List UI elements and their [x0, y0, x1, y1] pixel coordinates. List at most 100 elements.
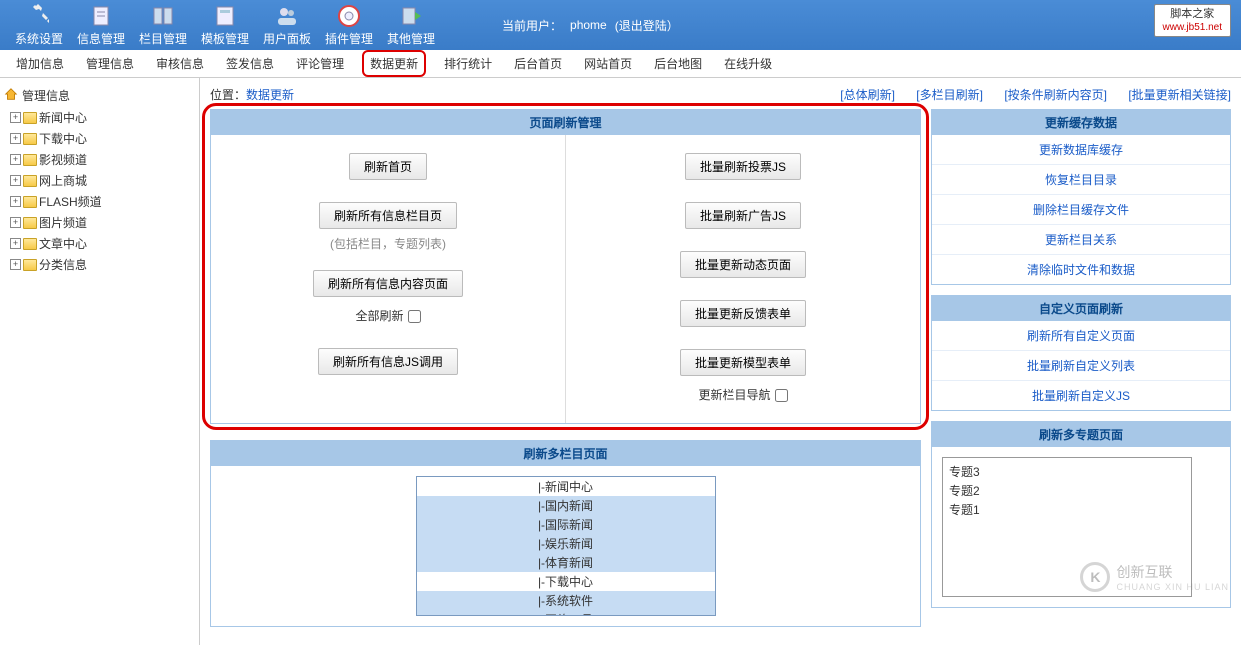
multi-col-title: 刷新多栏目页面 [211, 441, 920, 466]
link-refresh-custom-pages[interactable]: 刷新所有自定义页面 [932, 321, 1230, 350]
page-refresh-right: 批量刷新投票JS 批量刷新广告JS 批量更新动态页面 批量更新反馈表单 批量更新… [565, 135, 920, 423]
link-batch-custom-js[interactable]: 批量刷新自定义JS [932, 380, 1230, 410]
list-item[interactable]: |-体育新闻 [417, 553, 715, 572]
submenu-sitemap[interactable]: 后台地图 [650, 52, 706, 75]
expander-icon[interactable]: + [10, 259, 21, 270]
wrench-icon [27, 4, 51, 28]
tree-item-video[interactable]: +影视频道 [4, 149, 195, 170]
expander-icon[interactable]: + [10, 154, 21, 165]
list-item[interactable]: |-新闻中心 [417, 477, 715, 496]
sidebar-title: 管理信息 [4, 84, 195, 107]
link-cond-refresh[interactable]: [按条件刷新内容页] [1004, 88, 1107, 102]
expander-icon[interactable]: + [10, 133, 21, 144]
hint-cols: (包括栏目，专题列表) [221, 235, 555, 252]
tool-system[interactable]: 系统设置 [8, 1, 70, 49]
cache-panel: 更新缓存数据 更新数据库缓存 恢复栏目目录 删除栏目缓存文件 更新栏目关系 清除… [931, 109, 1231, 285]
page-refresh-left: 刷新首页 刷新所有信息栏目页 (包括栏目，专题列表) 刷新所有信息内容页面 全部… [211, 135, 565, 423]
folder-icon [23, 154, 37, 166]
checkbox-all-refresh[interactable] [408, 310, 421, 323]
site-logo-url: www.jb51.net [1163, 21, 1222, 34]
tree-item-download[interactable]: +下载中心 [4, 128, 195, 149]
btn-batch-feedback[interactable]: 批量更新反馈表单 [680, 300, 806, 327]
btn-refresh-home[interactable]: 刷新首页 [349, 153, 427, 180]
btn-batch-model[interactable]: 批量更新模型表单 [680, 349, 806, 376]
tool-columns[interactable]: 栏目管理 [132, 1, 194, 49]
expander-icon[interactable]: + [10, 175, 21, 186]
submenu-audit[interactable]: 审核信息 [152, 52, 208, 75]
folder-icon [23, 133, 37, 145]
submenu-rank[interactable]: 排行统计 [440, 52, 496, 75]
expander-icon[interactable]: + [10, 217, 21, 228]
tool-plugins[interactable]: 插件管理 [318, 1, 380, 49]
tree-item-classify[interactable]: +分类信息 [4, 254, 195, 275]
submenu-add[interactable]: 增加信息 [12, 52, 68, 75]
submenu-manage[interactable]: 管理信息 [82, 52, 138, 75]
tool-users[interactable]: 用户面板 [256, 1, 318, 49]
tool-other[interactable]: 其他管理 [380, 1, 442, 49]
tree-item-pic[interactable]: +图片频道 [4, 212, 195, 233]
doc-icon [89, 4, 113, 28]
page-refresh-title: 页面刷新管理 [211, 110, 920, 135]
tree-item-article[interactable]: +文章中心 [4, 233, 195, 254]
tool-template[interactable]: 模板管理 [194, 1, 256, 49]
submenu-site-home[interactable]: 网站首页 [580, 52, 636, 75]
expander-icon[interactable]: + [10, 112, 21, 123]
link-restore-col-dir[interactable]: 恢复栏目目录 [932, 164, 1230, 194]
submenu-data-update[interactable]: 数据更新 [362, 50, 426, 77]
submenu-upgrade[interactable]: 在线升级 [720, 52, 776, 75]
link-update-db-cache[interactable]: 更新数据库缓存 [932, 135, 1230, 164]
watermark-icon: K [1080, 562, 1110, 592]
tree-item-news[interactable]: +新闻中心 [4, 107, 195, 128]
submenu-admin-home[interactable]: 后台首页 [510, 52, 566, 75]
btn-batch-dynamic[interactable]: 批量更新动态页面 [680, 251, 806, 278]
logout-link[interactable]: (退出登陆） [615, 17, 679, 34]
cache-panel-title: 更新缓存数据 [932, 110, 1230, 135]
btn-batch-vote-js[interactable]: 批量刷新投票JS [685, 153, 801, 180]
page-refresh-panel: 页面刷新管理 刷新首页 刷新所有信息栏目页 (包括栏目，专题列表) 刷新所有信息… [210, 109, 921, 424]
list-item[interactable]: |-国内新闻 [417, 496, 715, 515]
link-multicol-refresh[interactable]: [多栏目刷新] [916, 88, 983, 102]
tool-info[interactable]: 信息管理 [70, 1, 132, 49]
multi-topic-title: 刷新多专题页面 [932, 422, 1230, 447]
sub-menu: 增加信息 管理信息 审核信息 签发信息 评论管理 数据更新 排行统计 后台首页 … [0, 50, 1241, 78]
list-item[interactable]: |-下载中心 [417, 572, 715, 591]
link-batch-custom-list[interactable]: 批量刷新自定义列表 [932, 350, 1230, 380]
list-item[interactable]: 专题2 [949, 481, 1185, 500]
top-toolbar: 系统设置 信息管理 栏目管理 模板管理 用户面板 插件管理 其他管理 当前用户：… [0, 0, 1241, 50]
link-clear-temp[interactable]: 清除临时文件和数据 [932, 254, 1230, 284]
play-icon [399, 4, 423, 28]
checkbox-update-nav[interactable] [775, 389, 788, 402]
label-update-nav: 更新栏目导航 [698, 388, 770, 402]
btn-refresh-all-cols[interactable]: 刷新所有信息栏目页 [319, 202, 457, 229]
multi-col-listbox[interactable]: |-新闻中心 |-国内新闻 |-国际新闻 |-娱乐新闻 |-体育新闻 |-下载中… [416, 476, 716, 616]
link-del-col-cache[interactable]: 删除栏目缓存文件 [932, 194, 1230, 224]
folder-icon [23, 112, 37, 124]
user-label: 当前用户： [502, 17, 562, 34]
list-item[interactable]: |-国际新闻 [417, 515, 715, 534]
link-update-col-rel[interactable]: 更新栏目关系 [932, 224, 1230, 254]
breadcrumb-current[interactable]: 数据更新 [246, 88, 294, 102]
label-all-refresh: 全部刷新 [355, 309, 403, 323]
list-item[interactable]: 专题1 [949, 500, 1185, 519]
btn-batch-ad-js[interactable]: 批量刷新广告JS [685, 202, 801, 229]
list-item[interactable]: |-网络工具 [417, 610, 715, 616]
user-block: 当前用户： phome (退出登陆） [502, 17, 679, 34]
btn-refresh-all-content[interactable]: 刷新所有信息内容页面 [313, 270, 463, 297]
tree-item-flash[interactable]: +FLASH频道 [4, 191, 195, 212]
submenu-issue[interactable]: 签发信息 [222, 52, 278, 75]
site-logo[interactable]: 脚本之家 www.jb51.net [1154, 4, 1231, 37]
expander-icon[interactable]: + [10, 238, 21, 249]
watermark-sub: CHUANG XIN HU LIAN [1116, 582, 1229, 592]
custom-panel: 自定义页面刷新 刷新所有自定义页面 批量刷新自定义列表 批量刷新自定义JS [931, 295, 1231, 411]
btn-refresh-all-js[interactable]: 刷新所有信息JS调用 [318, 348, 458, 375]
link-all-refresh[interactable]: [总体刷新] [840, 88, 895, 102]
tree-item-shop[interactable]: +网上商城 [4, 170, 195, 191]
list-item[interactable]: 专题3 [949, 462, 1185, 481]
link-batch-related[interactable]: [批量更新相关链接] [1128, 88, 1231, 102]
submenu-comment[interactable]: 评论管理 [292, 52, 348, 75]
list-item[interactable]: |-系统软件 [417, 591, 715, 610]
expander-icon[interactable]: + [10, 196, 21, 207]
users-icon [275, 4, 299, 28]
breadcrumb-row: 位置：数据更新 [总体刷新] [多栏目刷新] [按条件刷新内容页] [批量更新相… [210, 86, 1231, 103]
list-item[interactable]: |-娱乐新闻 [417, 534, 715, 553]
